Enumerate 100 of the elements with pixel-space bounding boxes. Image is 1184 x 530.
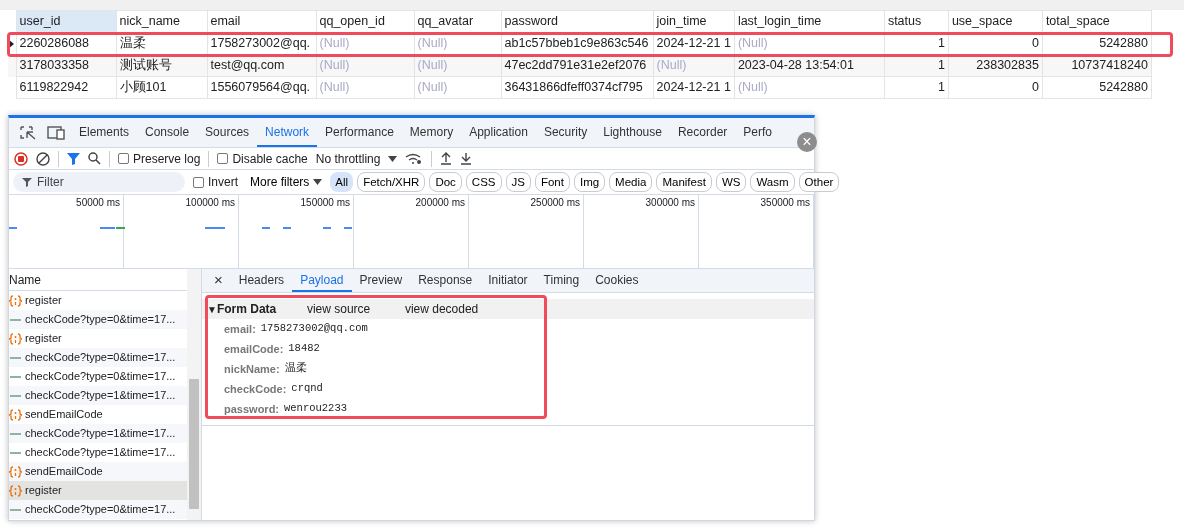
filter-chip[interactable]: Doc <box>429 172 462 192</box>
braces-icon <box>9 332 22 345</box>
panel-tab[interactable]: Application <box>461 118 536 147</box>
request-row[interactable]: checkCode?type=0&time=17... <box>9 500 187 519</box>
panel-tab[interactable]: Performance <box>317 118 402 147</box>
column-header[interactable]: nick_name <box>116 10 207 33</box>
section-title: Form Data <box>216 301 278 318</box>
scrollbar[interactable] <box>187 269 201 520</box>
throttling-dropdown[interactable]: No throttling <box>315 149 381 168</box>
checkbox-option[interactable]: Disable cache <box>217 149 308 168</box>
timeline-tick-label: 250000 ms <box>530 197 580 208</box>
request-row[interactable]: sendEmailCode <box>9 405 187 424</box>
timeline-tick-label: 200000 ms <box>415 197 465 208</box>
braces-icon <box>9 408 22 421</box>
request-row[interactable]: checkCode?type=0&time=17... <box>9 348 187 367</box>
detail-tab[interactable]: Preview <box>351 269 411 292</box>
detail-tab[interactable]: Initiator <box>480 269 536 292</box>
panel-tab[interactable]: Elements <box>71 118 138 147</box>
panel-tab[interactable]: Memory <box>401 118 462 147</box>
filter-chip[interactable]: WS <box>715 172 747 192</box>
record-stop-icon <box>14 151 28 166</box>
filter-chip[interactable]: JS <box>505 172 531 192</box>
detail-tab[interactable]: Response <box>410 269 481 292</box>
column-header[interactable]: email <box>207 10 316 33</box>
field-value: 温柔 <box>284 361 307 377</box>
request-row[interactable]: register <box>9 291 187 310</box>
field-key: emailCode: <box>224 340 284 358</box>
caret-icon <box>313 179 323 185</box>
request-row[interactable]: checkCode?type=1&time=17... <box>9 424 187 443</box>
table-cell: 6119822942 <box>16 76 116 99</box>
timeline-tick-label: 350000 ms <box>760 197 810 208</box>
field-value: 1758273002@qq.com <box>260 321 368 337</box>
request-row[interactable]: checkCode?type=0&time=17... <box>9 310 187 329</box>
timeline-tick-label: 100000 ms <box>185 197 235 208</box>
detail-tab[interactable]: Payload <box>292 269 352 292</box>
network-conditions-icon <box>405 152 424 165</box>
filter-chip[interactable]: Font <box>534 172 570 192</box>
table-cell: 1 <box>884 76 949 99</box>
column-header[interactable]: user_id <box>16 10 116 33</box>
filter-chip[interactable]: Fetch/XHR <box>357 172 426 192</box>
table-cell: 2024-12-21 1 <box>653 76 735 99</box>
table-cell: 1556079564@qq. <box>207 76 316 99</box>
detail-tab[interactable]: Timing <box>535 269 588 292</box>
field-key: checkCode: <box>224 380 287 398</box>
field-key: password: <box>224 400 279 418</box>
close-button[interactable]: × <box>206 269 231 292</box>
table-cell: (Null) <box>734 76 885 99</box>
request-row[interactable]: register <box>9 329 187 348</box>
filter-chip[interactable]: All <box>330 172 354 192</box>
filter-chip[interactable]: Media <box>609 172 653 192</box>
column-header[interactable]: qq_avatar <box>414 10 501 33</box>
filter-field[interactable]: Filter <box>13 172 185 192</box>
panel-tab[interactable]: Network <box>257 118 318 147</box>
panel-tab[interactable]: Perfo <box>735 118 780 147</box>
upload-icon <box>440 152 453 165</box>
search-icon <box>88 152 101 165</box>
filter-icon <box>67 152 80 165</box>
field-key: nickName: <box>224 360 280 378</box>
timeline-tick-label: 300000 ms <box>645 197 695 208</box>
field-key: email: <box>224 320 256 338</box>
filter-chip[interactable]: Wasm <box>750 172 795 192</box>
filter-chip[interactable]: CSS <box>465 172 502 192</box>
panel-tab[interactable]: Lighthouse <box>595 118 670 147</box>
request-row[interactable]: checkCode?type=1&time=17... <box>9 443 187 462</box>
request-row[interactable]: checkCode?type=0&time=17... <box>9 367 187 386</box>
request-row[interactable]: register <box>9 481 187 500</box>
column-header[interactable]: use_space <box>948 10 1043 33</box>
detail-tab[interactable]: Headers <box>230 269 293 292</box>
braces-icon <box>9 465 22 478</box>
checkbox-option[interactable]: Preserve log <box>118 149 201 168</box>
download-icon <box>460 152 473 165</box>
checkbox-option[interactable]: Invert <box>193 173 238 191</box>
view-link[interactable]: view source <box>306 300 405 318</box>
detail-tab[interactable]: Cookies <box>587 269 647 292</box>
expand-toggle[interactable]: ▼ <box>207 301 217 317</box>
request-row[interactable]: sendEmailCode <box>9 462 187 481</box>
panel-tab[interactable]: Security <box>535 118 596 147</box>
column-header[interactable]: qq_open_id <box>316 10 414 33</box>
view-link[interactable]: view decoded <box>404 300 503 318</box>
braces-icon <box>9 294 22 307</box>
clear-icon <box>36 151 50 166</box>
table-cell: 36431866dfeff0374cf795 <box>501 76 653 99</box>
braces-icon <box>9 484 22 497</box>
column-header[interactable]: total_space <box>1042 10 1152 33</box>
panel-tab[interactable]: Sources <box>197 118 258 147</box>
request-row[interactable]: checkCode?type=1&time=17... <box>9 386 187 405</box>
table-cell: (Null) <box>316 76 414 99</box>
column-header[interactable]: password <box>501 10 653 33</box>
column-header[interactable]: status <box>884 10 949 33</box>
field-value: wenrou2233 <box>284 401 348 417</box>
filter-chip[interactable]: Manifest <box>656 172 712 192</box>
column-header[interactable]: join_time <box>653 10 735 33</box>
column-header[interactable]: last_login_time <box>734 10 885 33</box>
filter-chip[interactable]: Other <box>798 172 840 192</box>
panel-tab[interactable]: Console <box>137 118 198 147</box>
panel-tab[interactable]: Recorder <box>669 118 736 147</box>
table-cell: (Null) <box>414 76 501 99</box>
timeline-tick-label: 50000 ms <box>76 197 120 208</box>
more-filters-dropdown[interactable]: More filters <box>246 172 327 192</box>
filter-chip[interactable]: Img <box>573 172 606 192</box>
